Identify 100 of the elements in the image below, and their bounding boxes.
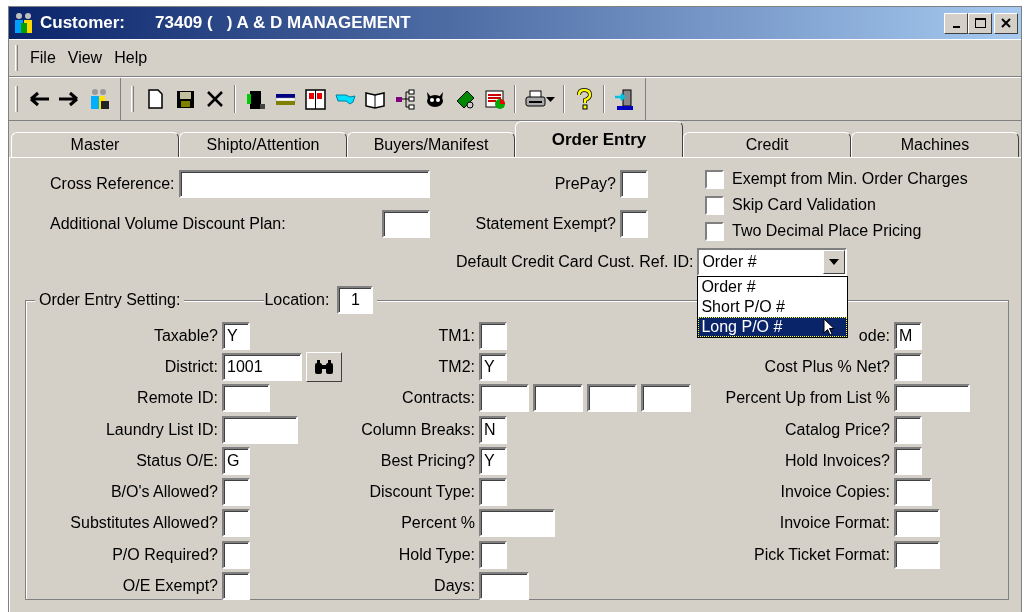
tab[interactable]: Master [11,132,179,157]
field-label: B/O's Allowed? [110,483,218,501]
input-field[interactable] [620,170,648,198]
field-label: TM2: [438,357,475,375]
input-field[interactable] [894,509,940,538]
input-field[interactable] [178,170,430,198]
input-field[interactable] [894,384,970,413]
input-field[interactable]: 1001 [222,352,302,381]
tree-icon [394,88,416,110]
calendar-icon [304,88,326,110]
field-label: Statement Exempt? [475,214,616,234]
input-field[interactable]: G [222,446,250,475]
money-icon [454,88,476,110]
input-field[interactable] [382,210,430,238]
field-label: Pick Ticket Format: [753,545,890,563]
field-label: Percent % [401,514,475,532]
input-field[interactable] [479,572,529,600]
input-field[interactable] [894,415,922,444]
field-label: Taxable? [153,326,218,344]
binoculars-icon [314,358,334,375]
input-field[interactable] [894,540,940,569]
checkbox-label: Skip Card Validation [732,195,876,215]
dropdown-option[interactable]: Order # [698,277,848,297]
input-field[interactable] [479,509,555,538]
tab[interactable]: Machines [851,132,1019,157]
input-field[interactable]: 1 [337,286,374,314]
input-field[interactable] [620,210,648,238]
input-field[interactable]: M [894,321,922,350]
field-label: Remote ID: [137,389,218,407]
tab[interactable]: Shipto/Attention [179,132,347,157]
field-label: Hold Type: [398,545,475,563]
input-field[interactable] [222,384,270,413]
input-field[interactable] [479,321,507,350]
input-field[interactable] [641,384,691,413]
field-label: Column Breaks: [361,420,475,438]
dropdown-option[interactable]: Short P/O # [698,297,848,317]
field-label: P/O Required? [112,545,218,563]
checkbox[interactable] [705,221,724,241]
field-label: Contracts: [402,389,475,407]
field-label: Cost Plus % Net? [764,357,890,375]
lookup-button[interactable] [306,351,342,382]
field-label: Percent Up from List % [725,389,890,407]
field-label: Substitutes Allowed? [70,514,218,532]
door-icon [244,88,266,110]
maximize-icon [973,17,987,29]
field-label: Laundry List ID: [105,420,218,438]
tab[interactable]: Buyers/Manifest [347,132,515,157]
field-label: Location: [264,290,331,310]
caret-icon [829,259,840,265]
input-field[interactable]: N [479,415,507,444]
input-field[interactable] [479,478,507,507]
input-field[interactable] [479,540,507,569]
input-field[interactable] [894,478,932,507]
field-label: Status O/E: [136,451,218,469]
field-label: Invoice Copies: [780,483,890,501]
field-label: Cross Reference: [50,174,175,194]
input-field[interactable] [222,415,298,444]
input-field[interactable] [894,352,922,381]
printer-icon [524,88,546,110]
field-label: ode: [858,326,890,344]
window-title: Customer: [40,12,125,35]
input-field[interactable]: Y [479,446,507,475]
minimize-icon [952,26,960,28]
window-title: 73409 ( ) A & D MANAGEMENT [155,12,411,35]
field-label: PrePay? [554,174,616,194]
menu-item[interactable]: File [24,44,62,72]
minimize-button[interactable] [944,12,968,34]
field-label: Invoice Format: [779,514,890,532]
field-label: Default Credit Card Cust. Ref. ID: [456,252,694,272]
report-icon [484,88,506,110]
field-label: TM1: [438,326,475,344]
tab[interactable]: Order Entry [515,121,683,157]
field-label: Catalog Price? [785,420,890,438]
input-field[interactable] [222,572,250,600]
people-icon [88,88,110,110]
input-field[interactable] [587,384,637,413]
field-label: Hold Invoices? [785,451,890,469]
field-label: District: [164,357,218,375]
checkbox-label: Exempt from Min. Order Charges [732,169,968,189]
dropdown-option[interactable]: Long P/O # [698,317,848,337]
input-field[interactable] [222,540,250,569]
group-title: Order Entry Setting: [38,290,182,310]
tab[interactable]: Credit [683,132,851,157]
menu-item[interactable]: View [61,44,109,72]
field-label: Discount Type: [369,483,475,501]
checkbox-label: Two Decimal Place Pricing [732,221,922,241]
input-field[interactable] [222,509,250,538]
input-field[interactable]: Y [479,352,507,381]
checkbox[interactable] [705,169,724,189]
maximize-button[interactable] [968,12,992,34]
input-field[interactable] [479,384,529,413]
field-label: Days: [434,577,475,594]
checkbox[interactable] [705,195,724,215]
menu-item[interactable]: Help [108,44,154,72]
close-button[interactable] [994,12,1018,34]
input-field[interactable]: Y [222,321,250,350]
caret-icon [546,96,555,102]
input-field[interactable] [894,446,922,475]
input-field[interactable] [222,478,250,507]
input-field[interactable] [533,384,583,413]
